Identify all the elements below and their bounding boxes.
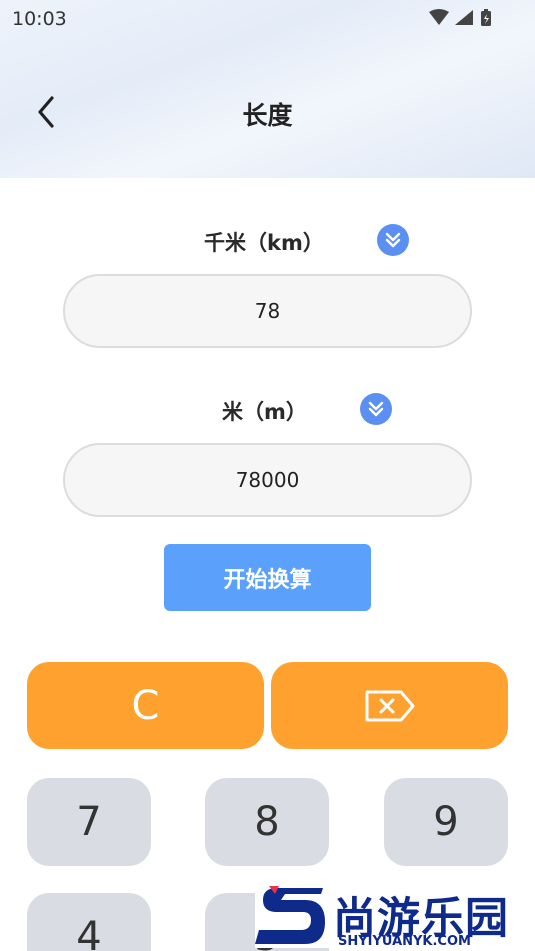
wifi-icon (429, 9, 449, 25)
convert-button[interactable]: 开始换算 (164, 544, 371, 611)
header: 10:03 长度 (0, 0, 535, 178)
from-unit-label: 千米（km） (204, 231, 324, 255)
watermark: 尚游乐园 SHYIYUANYK.COM (255, 884, 535, 951)
from-unit-row[interactable]: 千米（km） (0, 222, 535, 258)
key-8[interactable]: 8 (205, 778, 329, 866)
watermark-subtext: SHYIYUANYK.COM (338, 934, 471, 949)
from-value-input[interactable]: 78 (63, 274, 472, 348)
clear-key[interactable]: C (27, 662, 264, 749)
key-9[interactable]: 9 (384, 778, 508, 866)
watermark-logo (255, 884, 333, 948)
to-value-output[interactable]: 78000 (63, 443, 472, 517)
signal-icon (455, 10, 473, 25)
page-title: 长度 (242, 101, 293, 130)
status-icons (429, 9, 491, 26)
backspace-icon (365, 690, 414, 721)
status-time: 10:03 (12, 8, 67, 30)
to-unit-row[interactable]: 米（m） (0, 391, 535, 427)
to-unit-label: 米（m） (222, 400, 307, 424)
chevron-double-down-icon[interactable] (377, 224, 409, 256)
backspace-key[interactable] (271, 662, 508, 749)
key-4[interactable]: 4 (27, 893, 151, 951)
chevron-double-down-icon[interactable] (360, 393, 392, 425)
key-7[interactable]: 7 (27, 778, 151, 866)
